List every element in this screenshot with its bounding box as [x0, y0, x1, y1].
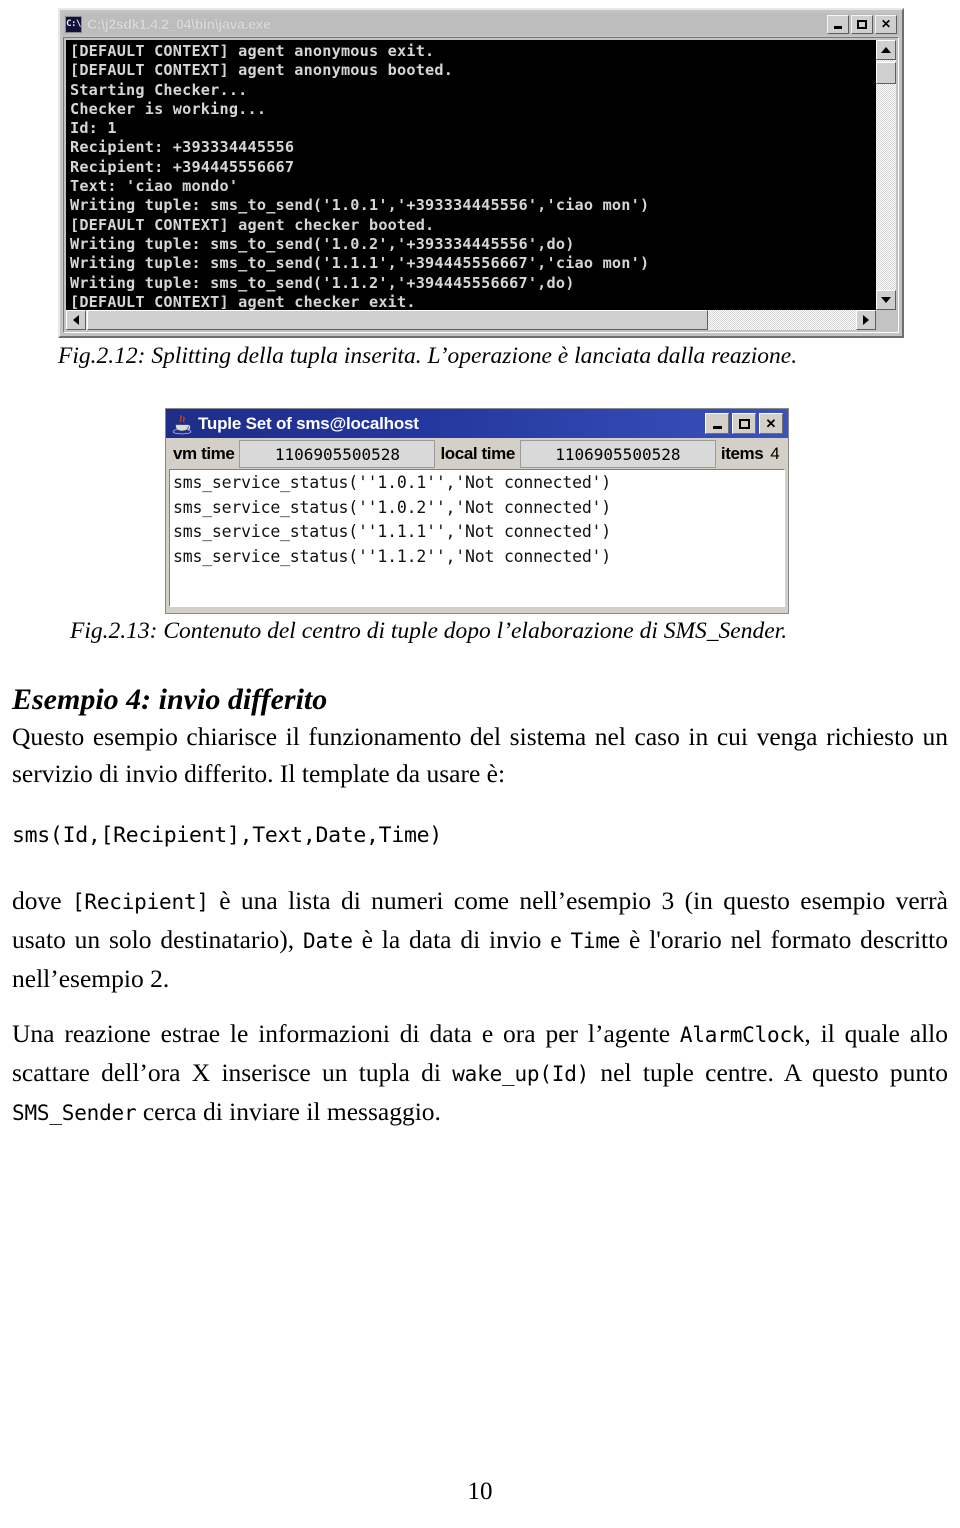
inline-code: SMS_Sender	[12, 1101, 137, 1125]
console-line: Text: 'ciao mondo'	[70, 177, 239, 196]
local-time-label: local time	[440, 444, 515, 463]
scroll-right-button[interactable]	[856, 310, 876, 330]
console-line: Checker is working...	[70, 99, 267, 118]
vm-time-value: 1106905500528	[239, 440, 436, 468]
inline-code: wake_up(Id)	[452, 1062, 590, 1086]
list-item[interactable]: sms_service_status(''1.0.2'','Not connec…	[173, 496, 784, 521]
minimize-button[interactable]	[827, 14, 849, 34]
console-titlebar[interactable]: C:\ C:\j2sdk1.4.2_04\bin\java.exe ✕	[63, 13, 899, 35]
tuple-maximize-button[interactable]	[732, 413, 756, 434]
console-window-buttons: ✕	[827, 14, 897, 34]
page-number: 10	[467, 1478, 493, 1505]
list-item[interactable]: sms_service_status(''1.1.1'','Not connec…	[173, 520, 784, 545]
console-vertical-scrollbar[interactable]	[876, 40, 896, 310]
inline-code: Date	[303, 929, 353, 953]
console-line: Writing tuple: sms_to_send('1.0.2','+393…	[70, 234, 575, 253]
text-run: nel tuple centre. A questo punto	[589, 1058, 948, 1087]
text-run: Una reazione estrae le informazioni di d…	[12, 1019, 680, 1048]
scroll-down-button[interactable]	[876, 290, 896, 310]
horizontal-scroll-thumb[interactable]	[87, 310, 708, 330]
maximize-icon	[738, 418, 750, 429]
console-line: [DEFAULT CONTEXT] agent anonymous booted…	[70, 61, 454, 80]
section-heading: Esempio 4: invio differito	[12, 683, 328, 716]
console-horizontal-scrollbar[interactable]	[66, 310, 876, 330]
items-label: items	[720, 444, 764, 463]
close-icon: ✕	[880, 17, 892, 31]
console-line: Writing tuple: sms_to_send('1.1.2','+394…	[70, 273, 575, 292]
scroll-up-button[interactable]	[876, 40, 896, 60]
text-run: cerca di inviare il messaggio.	[136, 1097, 441, 1126]
minimize-icon	[712, 426, 722, 429]
list-item[interactable]: sms_service_status(''1.1.2'','Not connec…	[173, 545, 784, 570]
tuple-set-window: Tuple Set of sms@localhost ✕ vm time 110…	[165, 408, 789, 614]
scroll-left-button[interactable]	[66, 310, 86, 330]
java-logo-icon	[172, 414, 192, 434]
maximize-button[interactable]	[851, 14, 873, 34]
chevron-left-icon	[73, 315, 79, 325]
inline-code: [Recipient]	[71, 890, 209, 914]
maximize-icon	[857, 19, 867, 29]
console-system-menu-icon[interactable]: C:\	[65, 15, 82, 33]
console-line: Id: 1	[70, 119, 117, 138]
tuple-close-button[interactable]: ✕	[759, 413, 783, 434]
console-window-title: C:\j2sdk1.4.2_04\bin\java.exe	[87, 16, 271, 32]
tuple-window-buttons: ✕	[705, 413, 785, 434]
tuple-window-titlebar[interactable]: Tuple Set of sms@localhost ✕	[166, 409, 788, 438]
tuple-list[interactable]: sms_service_status(''1.0.1'','Not connec…	[169, 469, 785, 607]
paragraph-intro: Questo esempio chiarisce il funzionament…	[12, 722, 948, 788]
paragraph-dove: dove [Recipient] è una lista di numeri c…	[12, 882, 948, 997]
console-line: Writing tuple: sms_to_send('1.1.1','+394…	[70, 254, 650, 273]
close-button[interactable]: ✕	[875, 14, 897, 34]
console-line: Recipient: +394445556667	[70, 157, 295, 176]
console-line: [DEFAULT CONTEXT] agent checker exit.	[70, 292, 416, 310]
inline-code: Time	[570, 929, 621, 953]
tuple-window-title: Tuple Set of sms@localhost	[198, 413, 419, 433]
text-run: è la data di invio e	[352, 925, 571, 954]
chevron-down-icon	[881, 297, 891, 303]
console-line: Starting Checker...	[70, 80, 248, 99]
document-page: C:\ C:\j2sdk1.4.2_04\bin\java.exe ✕ [DEF…	[0, 0, 960, 1528]
paragraph-reazione: Una reazione estrae le informazioni di d…	[12, 1015, 948, 1132]
minimize-icon	[834, 26, 842, 29]
list-item[interactable]: sms_service_status(''1.0.1'','Not connec…	[173, 471, 784, 496]
vertical-scroll-thumb[interactable]	[876, 62, 896, 84]
figure-213-caption: Fig.2.13: Contenuto del centro di tuple …	[70, 618, 788, 644]
console-line: [DEFAULT CONTEXT] agent checker booted.	[70, 215, 435, 234]
inline-code: AlarmClock	[679, 1023, 805, 1047]
code-template: sms(Id,[Recipient],Text,Date,Time)	[12, 823, 442, 848]
tuple-minimize-button[interactable]	[705, 413, 729, 434]
close-icon: ✕	[765, 416, 777, 431]
console-body: [DEFAULT CONTEXT] agent anonymous exit. …	[63, 37, 899, 333]
java-console-window: C:\ C:\j2sdk1.4.2_04\bin\java.exe ✕ [DEF…	[58, 8, 904, 338]
console-line: Recipient: +393334445556	[70, 138, 295, 157]
chevron-up-icon	[881, 47, 891, 53]
figure-212-caption: Fig.2.12: Splitting della tupla inserita…	[58, 343, 798, 369]
console-line: [DEFAULT CONTEXT] agent anonymous exit.	[70, 42, 435, 60]
resize-grip[interactable]	[876, 310, 896, 330]
vm-time-label: vm time	[173, 444, 235, 463]
items-value: 4	[770, 444, 780, 463]
chevron-right-icon	[863, 315, 869, 325]
text-run: dove	[12, 886, 72, 915]
local-time-value: 1106905500528	[519, 440, 716, 468]
console-output-area: [DEFAULT CONTEXT] agent anonymous exit. …	[66, 40, 876, 310]
tuple-info-bar: vm time 1106905500528 local time 1106905…	[166, 438, 788, 468]
console-line: Writing tuple: sms_to_send('1.0.1','+393…	[70, 196, 650, 215]
